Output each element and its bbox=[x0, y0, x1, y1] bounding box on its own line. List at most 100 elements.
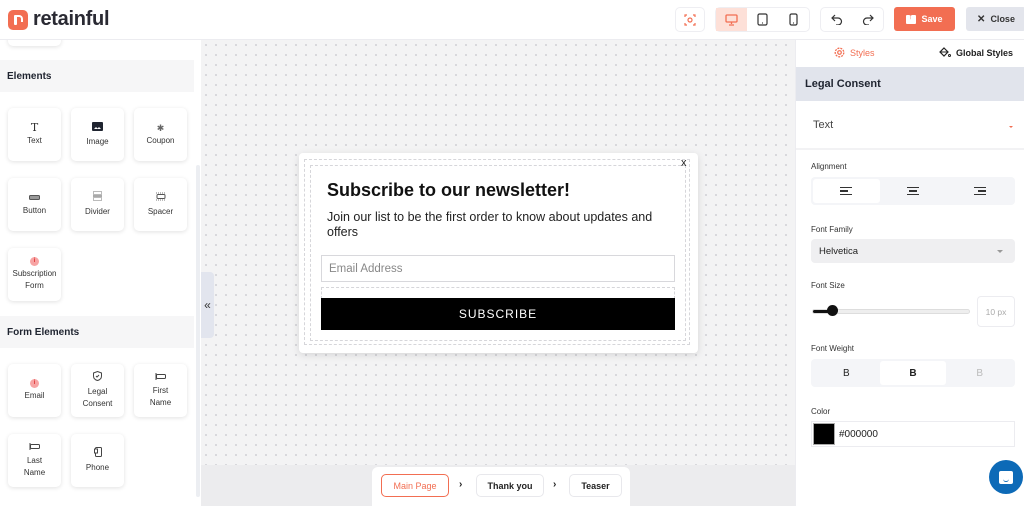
undo-button[interactable] bbox=[821, 8, 852, 31]
tablet-icon bbox=[757, 13, 768, 26]
close-button[interactable]: ✕ Close bbox=[966, 7, 1024, 31]
popup-close-icon[interactable]: x bbox=[681, 157, 687, 169]
phone-icon bbox=[789, 13, 798, 26]
shield-check-icon bbox=[93, 370, 102, 385]
tab-label: Styles bbox=[850, 47, 875, 58]
history-controls bbox=[820, 7, 884, 32]
save-icon bbox=[906, 12, 917, 24]
alignment-label: Alignment bbox=[811, 162, 847, 171]
subscribe-button[interactable]: SUBSCRIBE bbox=[321, 298, 675, 330]
retainful-logo-icon bbox=[8, 9, 28, 30]
tile-label: Divider bbox=[85, 207, 110, 216]
double-chevron-left-icon: « bbox=[204, 298, 211, 312]
element-tile-first-name[interactable]: First Name bbox=[134, 364, 187, 417]
chat-support-button[interactable] bbox=[989, 460, 1023, 494]
font-weight-normal-button[interactable]: B bbox=[813, 361, 880, 385]
page-tab-main-page[interactable]: Main Page bbox=[381, 474, 449, 497]
caret-down-icon bbox=[1009, 126, 1013, 128]
font-weight-label: Font Weight bbox=[811, 344, 854, 353]
section-title-form-elements: Form Elements bbox=[0, 316, 194, 348]
element-tile-divider[interactable]: Divider bbox=[71, 178, 124, 231]
collapse-sidebar-button[interactable]: « bbox=[201, 272, 214, 338]
panel-section-title: Legal Consent bbox=[796, 67, 1024, 101]
element-tile-partial[interactable] bbox=[8, 40, 61, 46]
font-weight-bold-button[interactable]: B bbox=[879, 361, 947, 385]
info-icon: i bbox=[30, 257, 39, 266]
element-tile-coupon[interactable]: ✱ Coupon bbox=[134, 108, 187, 161]
element-tile-subscription-form[interactable]: i Subscription Form bbox=[8, 248, 61, 301]
align-center-icon bbox=[907, 186, 919, 196]
desktop-view-button[interactable] bbox=[716, 8, 747, 31]
newsletter-popup[interactable]: x Subscribe to our newsletter! Join our … bbox=[299, 153, 698, 353]
tile-label: Text bbox=[27, 136, 42, 145]
save-label: Save bbox=[921, 14, 943, 24]
align-left-button[interactable] bbox=[813, 179, 880, 203]
element-tile-button[interactable]: Button bbox=[8, 178, 61, 231]
close-label: Close bbox=[990, 14, 1015, 24]
tab-styles[interactable]: Styles bbox=[834, 47, 875, 58]
elements-sidebar: Elements T Text Image ✱ Coupon Button Di… bbox=[0, 40, 201, 506]
tile-label: Phone bbox=[85, 463, 110, 472]
top-bar: retainful Save ✕ Close bbox=[0, 0, 1024, 40]
monitor-icon bbox=[725, 13, 738, 26]
input-field-icon bbox=[155, 372, 166, 384]
paint-bucket-icon bbox=[939, 47, 951, 57]
tab-global-styles[interactable]: Global Styles bbox=[939, 47, 1013, 58]
tile-label: First Name bbox=[149, 386, 172, 407]
email-field[interactable]: Email Address bbox=[321, 255, 675, 282]
caret-down-icon bbox=[997, 250, 1003, 253]
image-icon bbox=[92, 121, 103, 135]
gear-icon bbox=[834, 47, 845, 58]
font-family-value: Helvetica bbox=[819, 245, 859, 257]
section-title-elements: Elements bbox=[0, 60, 194, 92]
font-size-input[interactable]: 10 px bbox=[977, 296, 1015, 327]
tile-label: Image bbox=[86, 136, 109, 146]
color-input[interactable]: #000000 bbox=[811, 421, 1015, 447]
tile-label: Last Name bbox=[23, 456, 46, 477]
element-tile-phone[interactable]: Phone bbox=[71, 434, 124, 487]
input-field-icon bbox=[29, 442, 40, 454]
style-tabs: Styles Global Styles bbox=[796, 40, 1024, 67]
tab-label: Global Styles bbox=[956, 47, 1014, 58]
popup-title[interactable]: Subscribe to our newsletter! bbox=[327, 180, 570, 201]
popup-description[interactable]: Join our list to be the first order to k… bbox=[327, 210, 667, 240]
tile-label: Subscription Form bbox=[12, 269, 57, 290]
email-placeholder: Email Address bbox=[329, 262, 403, 275]
brand-name: retainful bbox=[33, 8, 110, 30]
save-button[interactable]: Save bbox=[894, 7, 955, 31]
element-tile-image[interactable]: Image bbox=[71, 108, 124, 161]
align-right-button[interactable] bbox=[946, 179, 1013, 203]
tablet-view-button[interactable] bbox=[747, 8, 778, 31]
page-navigation: Main Page › Thank you › Teaser bbox=[372, 467, 630, 506]
redo-button[interactable] bbox=[852, 8, 883, 31]
color-swatch[interactable] bbox=[813, 423, 835, 445]
preview-button[interactable] bbox=[675, 7, 705, 32]
tile-label: Spacer bbox=[147, 206, 174, 216]
tile-label: Legal Consent bbox=[82, 387, 113, 408]
spacer-icon bbox=[155, 192, 166, 205]
coupon-icon: ✱ bbox=[156, 123, 165, 133]
color-value: #000000 bbox=[839, 428, 878, 440]
align-left-icon bbox=[840, 186, 853, 196]
mobile-view-button[interactable] bbox=[778, 8, 809, 31]
close-icon: ✕ bbox=[977, 13, 986, 25]
font-family-select[interactable]: Helvetica bbox=[811, 239, 1015, 263]
info-icon: i bbox=[30, 379, 39, 388]
sidebar-scrollbar[interactable] bbox=[196, 165, 200, 497]
font-weight-light-button[interactable]: B bbox=[946, 361, 1013, 385]
slider-thumb[interactable] bbox=[826, 305, 838, 316]
color-label: Color bbox=[811, 407, 831, 416]
element-tile-email[interactable]: i Email bbox=[8, 364, 61, 417]
undo-icon bbox=[830, 14, 842, 25]
page-tab-thank-you[interactable]: Thank you bbox=[476, 474, 544, 497]
target-element-select[interactable]: Text bbox=[796, 101, 1024, 150]
page-tab-teaser[interactable]: Teaser bbox=[569, 474, 622, 497]
align-center-button[interactable] bbox=[880, 179, 947, 203]
element-tile-legal-consent[interactable]: Legal Consent bbox=[71, 364, 124, 417]
tile-label: Email bbox=[24, 391, 45, 400]
redo-icon bbox=[862, 14, 874, 25]
element-tile-last-name[interactable]: Last Name bbox=[8, 434, 61, 487]
target-element-value: Text bbox=[813, 118, 834, 131]
element-tile-text[interactable]: T Text bbox=[8, 108, 61, 161]
element-tile-spacer[interactable]: Spacer bbox=[134, 178, 187, 231]
